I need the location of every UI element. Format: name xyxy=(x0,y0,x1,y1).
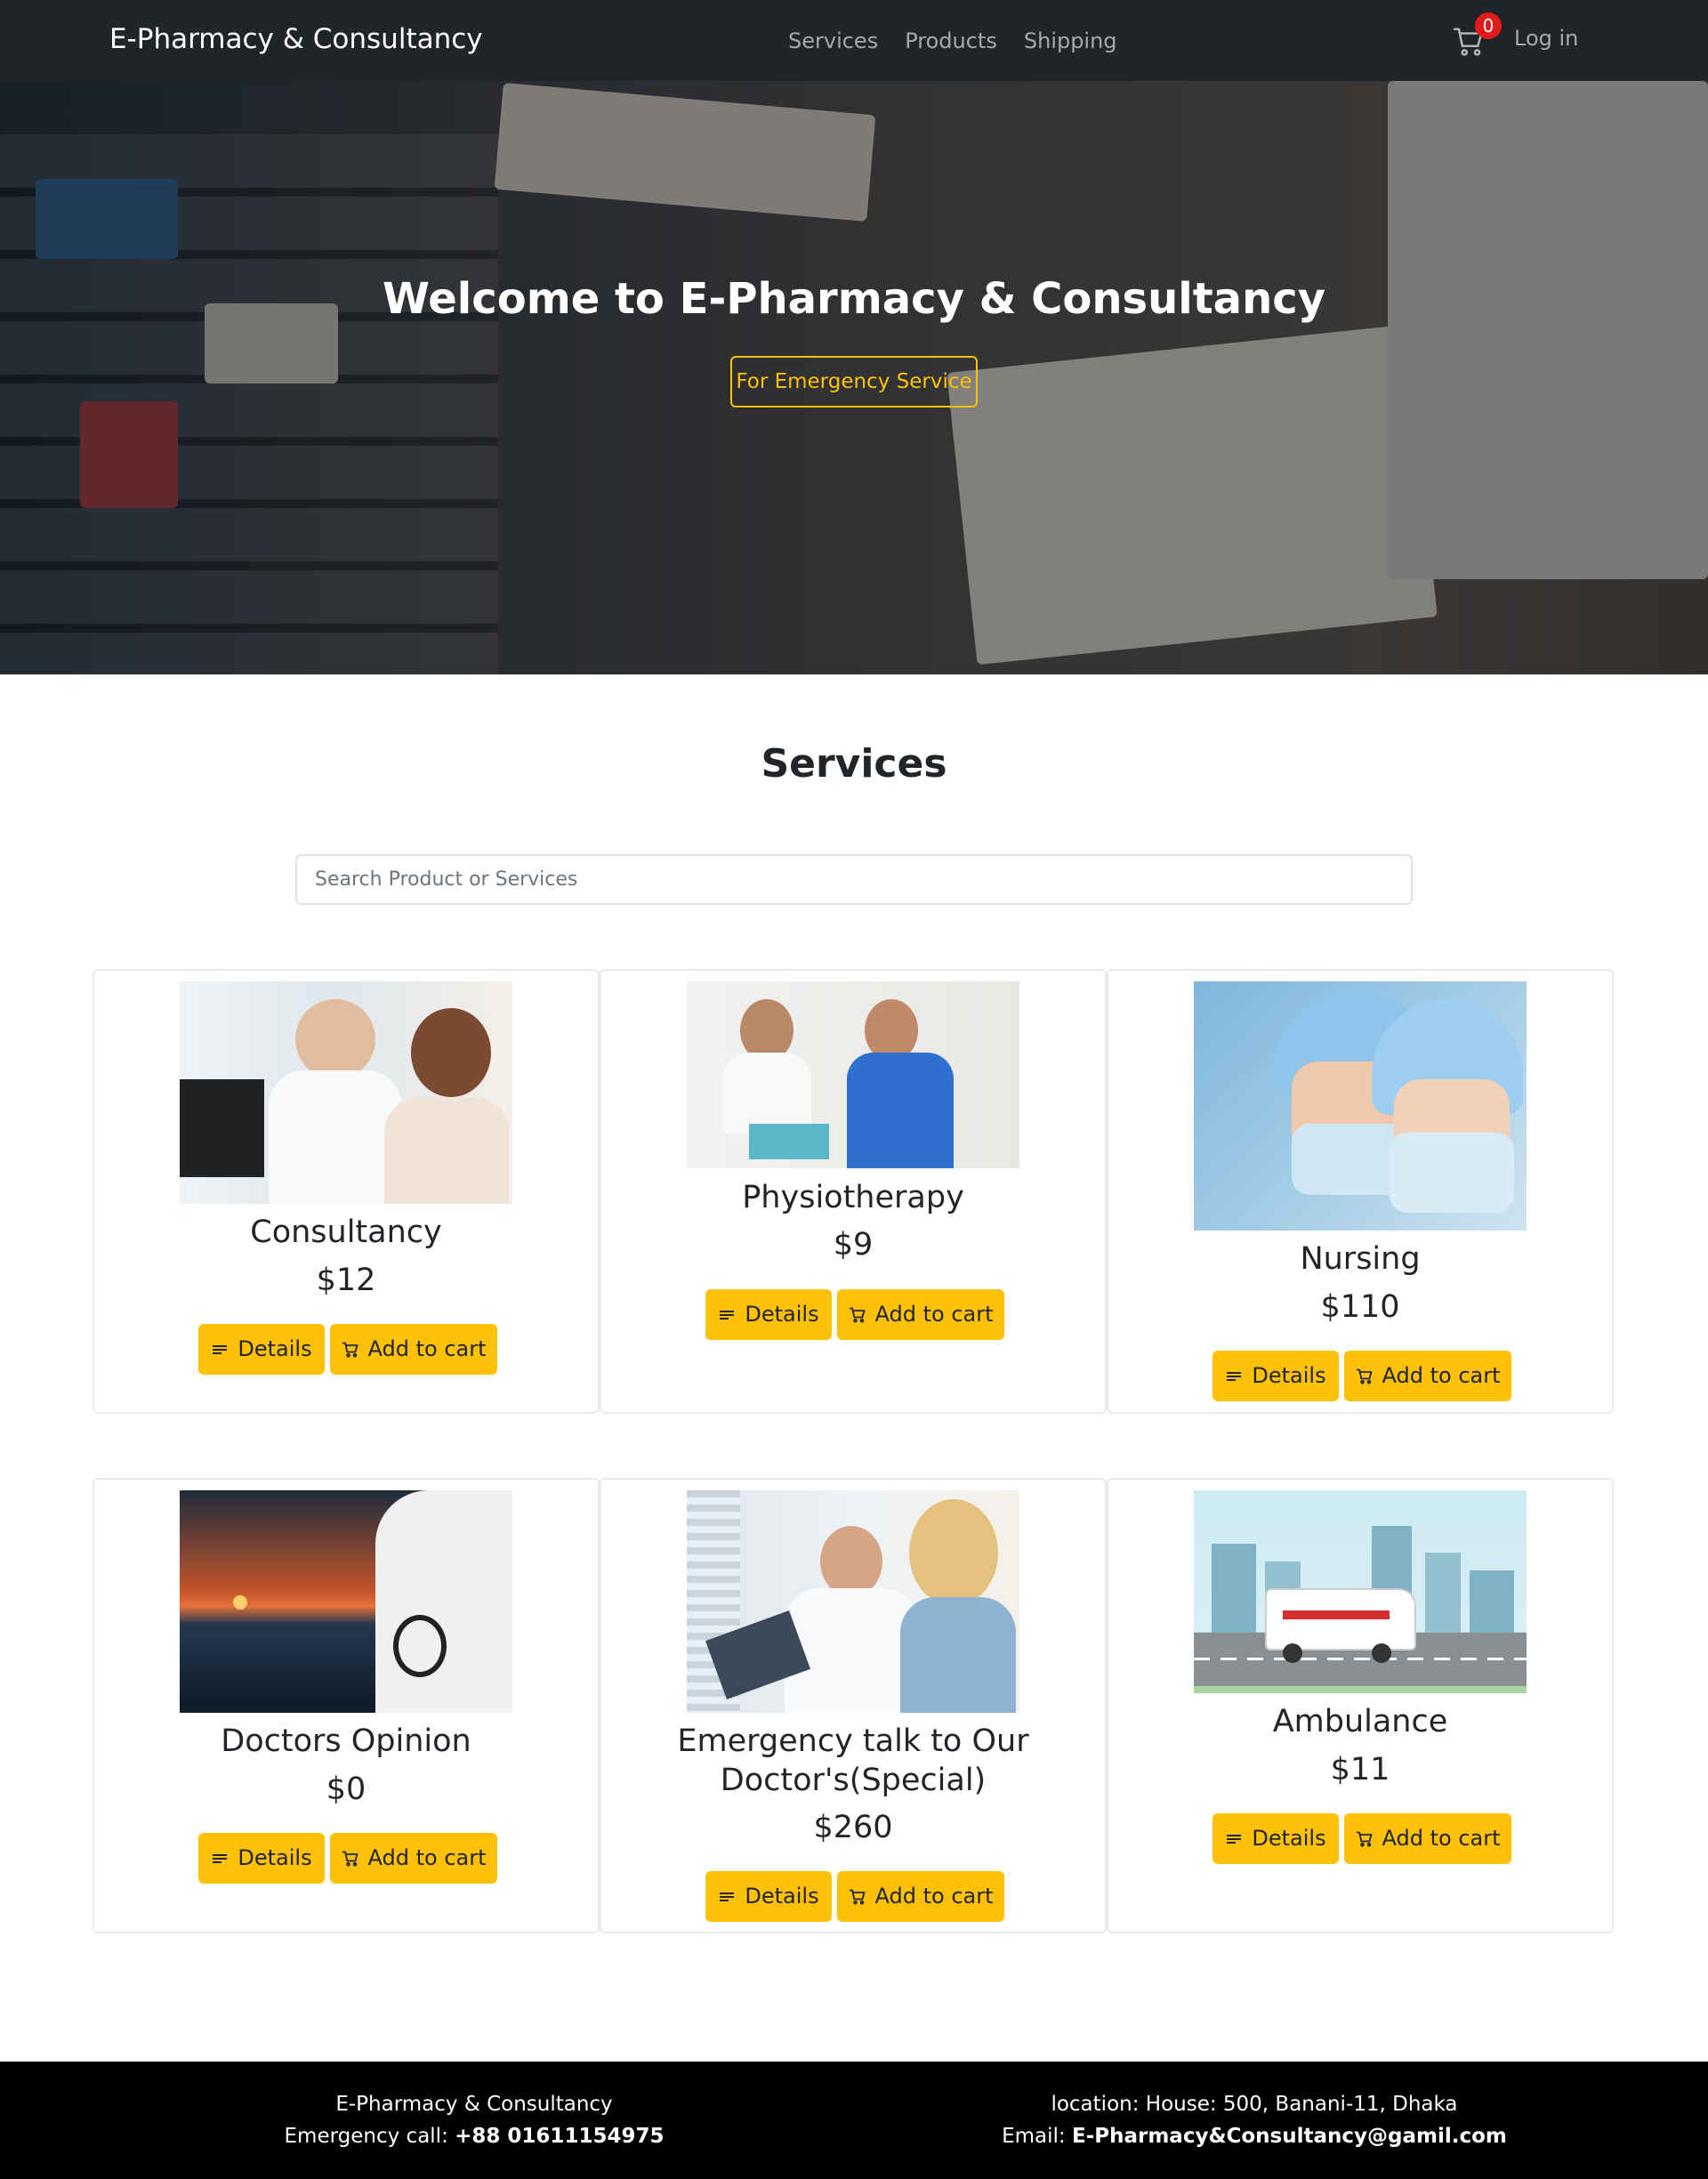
cart-count-badge: 0 xyxy=(1475,12,1502,39)
details-label: Details xyxy=(238,1845,312,1870)
doctors-opinion-image xyxy=(180,1490,512,1713)
list-icon xyxy=(1227,1834,1242,1844)
add-to-cart-button[interactable]: Add to cart xyxy=(1344,1813,1511,1864)
details-button[interactable]: Details xyxy=(705,1289,832,1340)
list-icon xyxy=(213,1344,228,1354)
emergency-talk-image xyxy=(687,1490,1019,1713)
service-name: Physiotherapy xyxy=(742,1180,964,1215)
add-to-cart-button[interactable]: Add to cart xyxy=(837,1289,1004,1340)
list-icon xyxy=(720,1310,735,1320)
cart-icon xyxy=(342,1342,358,1357)
services-title: Services xyxy=(761,741,947,787)
service-price: $260 xyxy=(813,1810,893,1845)
add-to-cart-button[interactable]: Add to cart xyxy=(837,1871,1004,1922)
service-card-nursing: Nursing $110 Details Add to cart xyxy=(1107,969,1614,1414)
details-button[interactable]: Details xyxy=(1213,1351,1339,1401)
footer: E-Pharmacy & Consultancy Emergency call:… xyxy=(0,2062,1708,2179)
add-to-cart-label: Add to cart xyxy=(1382,1363,1501,1388)
login-link[interactable]: Log in xyxy=(1514,26,1578,51)
nav-link-services[interactable]: Services xyxy=(788,28,878,53)
list-icon xyxy=(213,1853,228,1863)
cart-icon xyxy=(1356,1368,1372,1384)
service-name: Ambulance xyxy=(1272,1704,1448,1739)
add-to-cart-label: Add to cart xyxy=(874,1884,994,1909)
nav-link-products[interactable]: Products xyxy=(905,28,997,53)
ambulance-image xyxy=(1194,1490,1527,1693)
service-card-doctors-opinion: Doctors Opinion $0 Details Add to cart xyxy=(93,1478,600,1933)
cart-icon xyxy=(849,1889,865,1904)
details-label: Details xyxy=(238,1336,312,1361)
details-label: Details xyxy=(745,1302,819,1327)
footer-location: location: House: 500, Banani-11, Dhaka xyxy=(1051,2093,1458,2116)
nav-link-shipping[interactable]: Shipping xyxy=(1024,28,1117,53)
footer-email-address[interactable]: E-Pharmacy&Consultancy@gamil.com xyxy=(1072,2125,1507,2148)
cart-icon xyxy=(342,1851,358,1866)
details-button[interactable]: Details xyxy=(198,1324,325,1375)
footer-email-label: Email: xyxy=(1002,2125,1072,2148)
list-icon xyxy=(1227,1371,1242,1381)
service-card-emergency-talk: Emergency talk to Our Doctor's(Special) … xyxy=(600,1478,1107,1933)
details-button[interactable]: Details xyxy=(705,1871,832,1922)
footer-email: Email: E-Pharmacy&Consultancy@gamil.com xyxy=(979,2120,1530,2152)
cart-button[interactable]: 0 xyxy=(1452,12,1502,59)
service-card-consultancy: Consultancy $12 Details Add to cart xyxy=(93,969,600,1414)
nav-links: Services Products Shipping xyxy=(788,28,1117,53)
cart-icon xyxy=(849,1307,865,1322)
navbar: E-Pharmacy & Consultancy Services Produc… xyxy=(0,0,1708,81)
list-icon xyxy=(720,1892,735,1901)
hero-banner: Welcome to E-Pharmacy & Consultancy For … xyxy=(0,81,1708,674)
footer-address: location: House: 500, Banani-11, Dhaka E… xyxy=(979,2088,1530,2152)
brand-link[interactable]: E-Pharmacy & Consultancy xyxy=(109,23,483,55)
service-price: $11 xyxy=(1330,1752,1390,1788)
search-input[interactable] xyxy=(295,854,1413,905)
footer-emergency-number[interactable]: +88 01611154975 xyxy=(455,2125,664,2148)
nursing-image xyxy=(1194,981,1527,1231)
details-button[interactable]: Details xyxy=(1213,1813,1339,1864)
details-label: Details xyxy=(745,1884,819,1909)
add-to-cart-label: Add to cart xyxy=(367,1845,487,1870)
service-name: Consultancy xyxy=(250,1215,442,1250)
add-to-cart-label: Add to cart xyxy=(367,1336,487,1361)
emergency-service-button[interactable]: For Emergency Service xyxy=(730,356,978,408)
consultancy-image xyxy=(180,981,512,1204)
service-name: Emergency talk to Our Doctor's(Special) xyxy=(677,1723,1029,1798)
service-name: Nursing xyxy=(1300,1241,1421,1277)
details-label: Details xyxy=(1252,1826,1326,1851)
footer-emergency-label: Emergency call: xyxy=(284,2125,455,2148)
hero-title: Welcome to E-Pharmacy & Consultancy xyxy=(383,274,1325,324)
physiotherapy-image xyxy=(687,981,1019,1168)
service-card-ambulance: Ambulance $11 Details Add to cart xyxy=(1107,1478,1614,1933)
footer-contact: E-Pharmacy & Consultancy Emergency call:… xyxy=(236,2088,713,2152)
add-to-cart-button[interactable]: Add to cart xyxy=(330,1833,497,1884)
add-to-cart-label: Add to cart xyxy=(1382,1826,1501,1851)
footer-emergency: Emergency call: +88 01611154975 xyxy=(236,2120,713,2152)
service-price: $0 xyxy=(326,1771,367,1807)
details-label: Details xyxy=(1252,1363,1326,1388)
service-name: Doctors Opinion xyxy=(221,1723,471,1759)
service-card-physiotherapy: Physiotherapy $9 Details Add to cart xyxy=(600,969,1107,1414)
add-to-cart-label: Add to cart xyxy=(874,1302,994,1327)
details-button[interactable]: Details xyxy=(198,1833,325,1884)
service-price: $9 xyxy=(833,1227,874,1263)
footer-company: E-Pharmacy & Consultancy xyxy=(335,2093,613,2116)
service-price: $12 xyxy=(316,1263,376,1298)
service-price: $110 xyxy=(1320,1289,1400,1325)
add-to-cart-button[interactable]: Add to cart xyxy=(330,1324,497,1375)
cart-icon xyxy=(1356,1831,1372,1846)
add-to-cart-button[interactable]: Add to cart xyxy=(1344,1351,1511,1401)
